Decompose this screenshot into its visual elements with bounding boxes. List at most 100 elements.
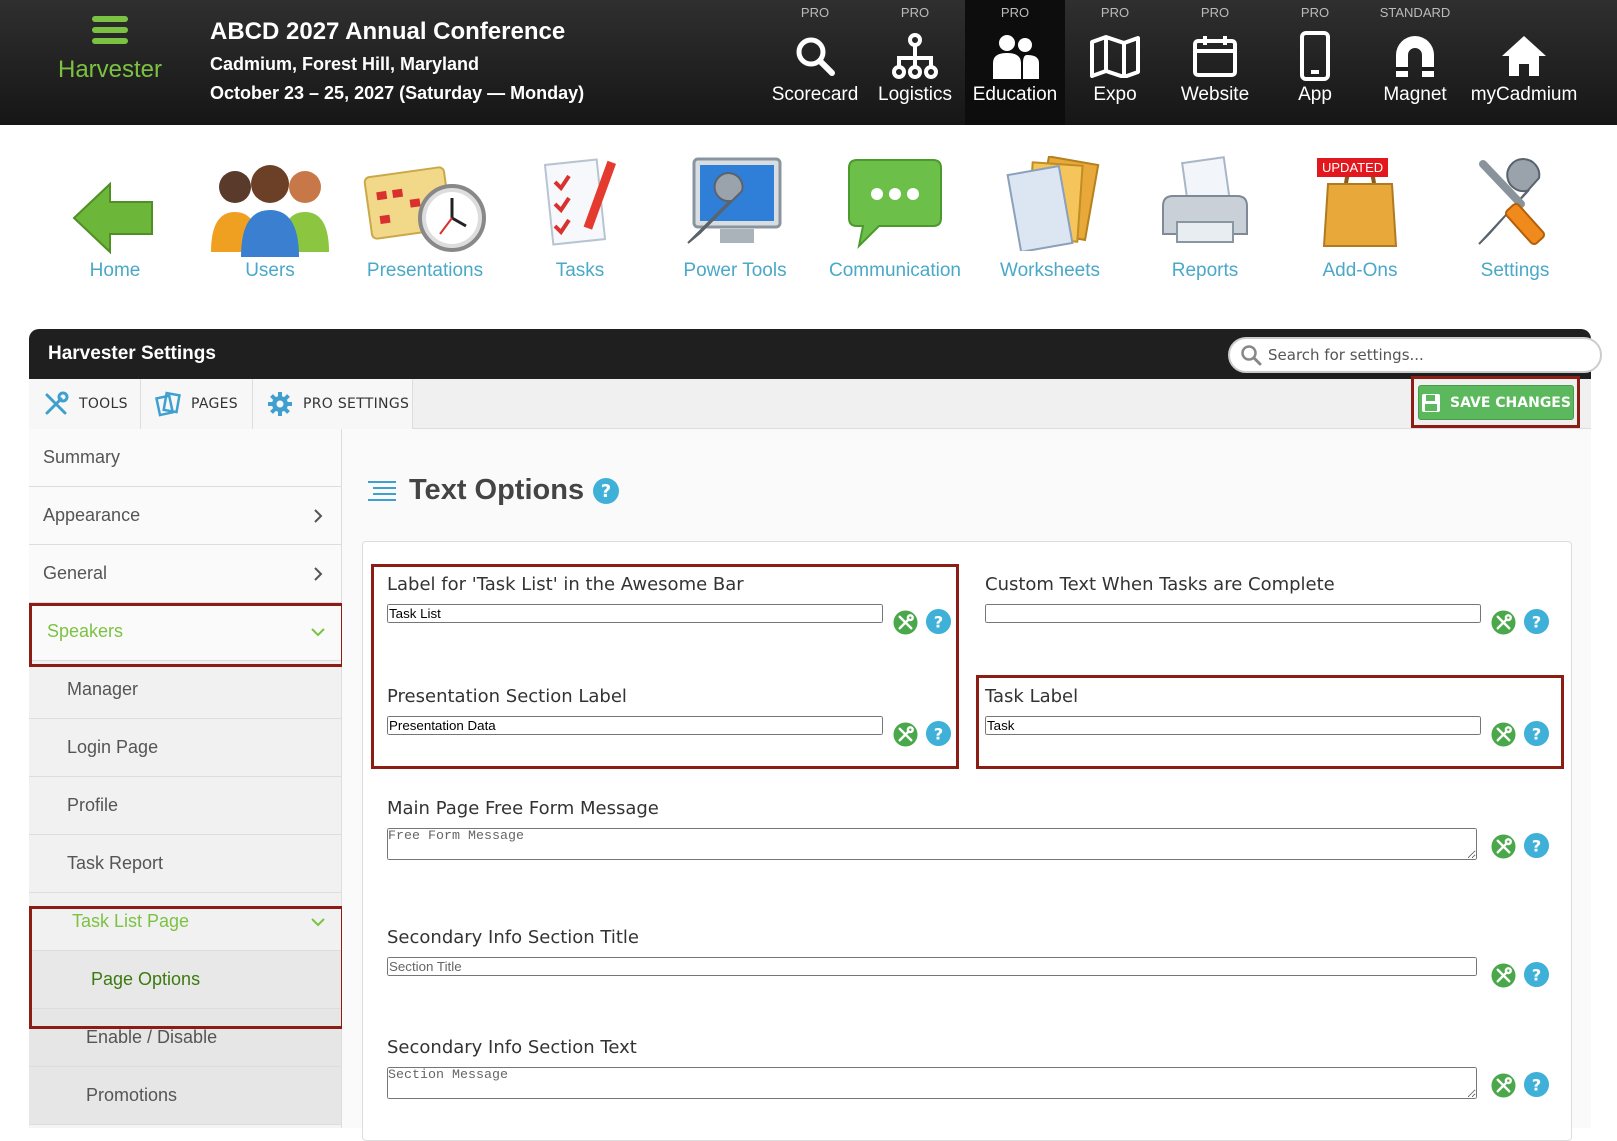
field-secondary-section-text: Secondary Info Section Text: [387, 1037, 637, 1058]
sidebar-item-promotions[interactable]: Promotions: [29, 1067, 341, 1125]
module-tier: PRO: [900, 5, 930, 20]
reset-tools-icon[interactable]: [1491, 1073, 1516, 1098]
menu-label: Add-Ons: [1322, 260, 1398, 281]
map-icon: [1065, 28, 1165, 84]
module-website[interactable]: PRO Website: [1165, 0, 1265, 125]
menu-tasks[interactable]: Tasks: [505, 150, 655, 282]
updated-badge: UPDATED: [1317, 158, 1389, 177]
module-magnet[interactable]: STANDARD Magnet: [1365, 0, 1465, 125]
field-task-label: Task Label: [985, 686, 1078, 707]
menu-home[interactable]: Home: [40, 150, 190, 282]
task-label-input[interactable]: [985, 716, 1481, 735]
module-tier: PRO: [1300, 5, 1330, 20]
field-label: Task Label: [985, 686, 1079, 707]
text-options-card: Label for 'Task List' in the Awesome Bar…: [362, 541, 1572, 1141]
reset-tools-icon[interactable]: [1491, 722, 1516, 747]
module-label: Magnet: [1383, 84, 1447, 105]
sidebar-item-general[interactable]: General: [29, 545, 341, 603]
menu-label: Tasks: [555, 260, 605, 281]
menu-add-ons[interactable]: UPDATED Add-Ons: [1285, 150, 1435, 282]
module-expo[interactable]: PRO Expo: [1065, 0, 1165, 125]
module-tier: PRO: [1000, 5, 1030, 20]
tools-icon: [45, 391, 69, 415]
menu-worksheets[interactable]: Worksheets: [975, 150, 1125, 282]
field-label: Presentation Section Label: [387, 686, 627, 707]
help-icon[interactable]: ?: [925, 608, 952, 635]
documents-icon: [975, 150, 1125, 254]
svg-text:?: ?: [1532, 612, 1542, 631]
sidebar-item-summary[interactable]: Summary: [29, 429, 341, 487]
printer-icon: [1130, 150, 1280, 250]
module-app[interactable]: PRO App: [1265, 0, 1365, 125]
module-label: Website: [1180, 84, 1250, 105]
brand-menu[interactable]: Harvester: [44, 16, 176, 84]
top-bar: Harvester ABCD 2027 Annual Conference Ca…: [0, 0, 1617, 125]
event-info: ABCD 2027 Annual Conference Cadmium, For…: [210, 18, 584, 104]
help-icon[interactable]: ?: [1523, 832, 1550, 859]
sidebar-item-login-page[interactable]: Login Page: [29, 719, 341, 777]
module-tier: STANDARD: [1379, 5, 1451, 20]
users-icon: [195, 150, 345, 257]
module-scorecard[interactable]: PRO Scorecard: [765, 0, 865, 125]
module-mycadmium[interactable]: myCadmium: [1465, 0, 1583, 125]
custom-complete-text-input[interactable]: [985, 604, 1481, 623]
tab-tools[interactable]: TOOLS: [29, 379, 141, 429]
module-logistics[interactable]: PRO Logistics: [865, 0, 965, 125]
module-education[interactable]: PRO Education: [965, 0, 1065, 125]
reset-tools-icon[interactable]: [1491, 834, 1516, 859]
sidebar-item-enable-disable[interactable]: Enable / Disable: [29, 1009, 341, 1067]
tab-pro-settings[interactable]: PRO SETTINGS: [253, 379, 413, 429]
pages-icon: [155, 391, 181, 417]
secondary-section-title-input[interactable]: [387, 957, 1477, 976]
sidebar-item-label: Login Page: [67, 737, 159, 757]
sidebar-item-appearance[interactable]: Appearance: [29, 487, 341, 545]
presentation-section-label-input[interactable]: [387, 716, 883, 735]
sidebar-item-manager[interactable]: Manager: [29, 661, 341, 719]
help-icon[interactable]: ?: [1523, 608, 1550, 635]
menu-reports[interactable]: Reports: [1130, 150, 1280, 282]
event-title: ABCD 2027 Annual Conference: [210, 18, 566, 45]
svg-text:?: ?: [1532, 836, 1542, 855]
sidebar-item-profile[interactable]: Profile: [29, 777, 341, 835]
reset-tools-icon[interactable]: [1491, 963, 1516, 988]
menu-label: Settings: [1480, 260, 1550, 281]
menu-label: Users: [245, 260, 295, 281]
sidebar-item-label: Task Report: [67, 853, 164, 873]
reset-tools-icon[interactable]: [893, 722, 918, 747]
checklist-icon: [505, 150, 655, 250]
free-form-message-textarea[interactable]: [387, 828, 1477, 860]
sidebar-item-speakers[interactable]: Speakers: [29, 603, 341, 661]
help-icon[interactable]: ?: [592, 477, 620, 505]
tab-pages[interactable]: PAGES: [141, 379, 253, 429]
menu-power-tools[interactable]: Power Tools: [660, 150, 810, 282]
module-label: Expo: [1093, 84, 1137, 105]
help-icon[interactable]: ?: [1523, 1071, 1550, 1098]
menu-presentations[interactable]: Presentations: [350, 150, 500, 282]
sidebar-item-task-list-page[interactable]: Task List Page: [29, 893, 341, 951]
menu-users[interactable]: Users: [195, 150, 345, 282]
settings-search[interactable]: [1228, 337, 1602, 373]
svg-text:?: ?: [934, 612, 944, 631]
hamburger-icon[interactable]: [92, 16, 128, 44]
menu-communication[interactable]: Communication: [820, 150, 970, 282]
help-icon[interactable]: ?: [1523, 961, 1550, 988]
sidebar-item-label: Summary: [43, 447, 121, 467]
menu-settings[interactable]: Settings: [1440, 150, 1590, 282]
sidebar-item-task-report[interactable]: Task Report: [29, 835, 341, 893]
sidebar-item-label: Task List Page: [72, 911, 190, 931]
settings-search-input[interactable]: [1268, 346, 1588, 364]
help-icon[interactable]: ?: [1523, 720, 1550, 747]
reset-tools-icon[interactable]: [893, 610, 918, 635]
field-presentation-section-label: Presentation Section Label: [387, 686, 627, 707]
svg-text:?: ?: [934, 724, 944, 743]
reset-tools-icon[interactable]: [1491, 610, 1516, 635]
help-icon[interactable]: ?: [925, 720, 952, 747]
settings-content: Text Options ? Label for 'Task List' in …: [342, 429, 1591, 1141]
save-label: SAVE CHANGES: [1450, 394, 1571, 411]
sidebar-item-page-options[interactable]: Page Options: [29, 951, 341, 1009]
task-list-label-input[interactable]: [387, 604, 883, 623]
sidebar-item-label: Appearance: [43, 505, 141, 525]
save-changes-button[interactable]: SAVE CHANGES: [1418, 385, 1574, 420]
secondary-section-text-textarea[interactable]: [387, 1067, 1477, 1099]
svg-text:?: ?: [1532, 965, 1542, 984]
